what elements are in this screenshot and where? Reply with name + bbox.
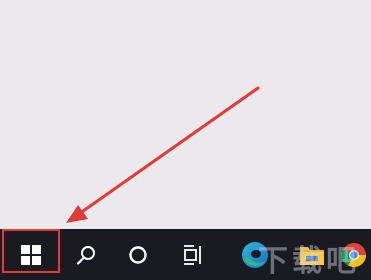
desktop-background[interactable] (0, 0, 371, 229)
start-button-highlight (2, 229, 60, 273)
task-view-button[interactable] (170, 229, 218, 280)
cortana-button[interactable] (114, 229, 162, 280)
watermark: 下载吧 (258, 244, 360, 279)
task-view-icon (184, 244, 201, 265)
cortana-circle-icon (129, 245, 147, 264)
search-button[interactable] (62, 229, 110, 280)
search-icon (76, 245, 95, 265)
